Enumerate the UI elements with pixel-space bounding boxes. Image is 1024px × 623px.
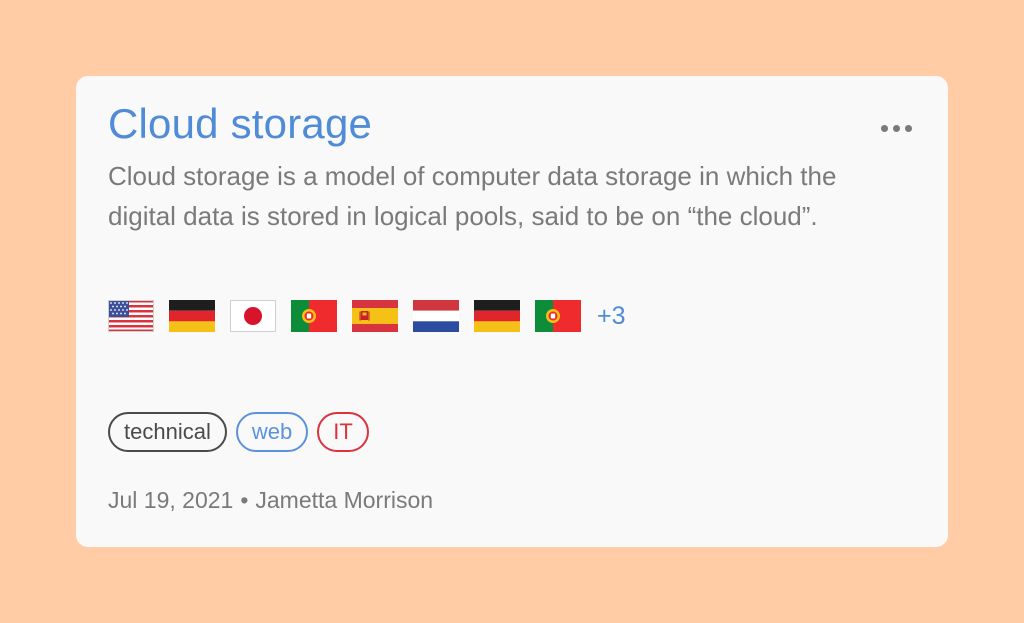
flag-pt-icon: [291, 300, 337, 332]
tag-technical[interactable]: technical: [108, 412, 227, 452]
language-flags: +3: [108, 300, 626, 332]
more-horizontal-icon-dot: [892, 124, 900, 132]
flag-nl-icon: [413, 300, 459, 332]
meta-separator: •: [240, 487, 249, 513]
author-name[interactable]: Jametta Morrison: [255, 484, 433, 516]
flag-jp-icon: [230, 300, 276, 332]
article-card: Cloud storage Cloud storage is a model o…: [76, 76, 948, 547]
flag-us-icon: [108, 300, 154, 332]
more-flags-count[interactable]: +3: [597, 300, 626, 332]
more-horizontal-icon: [880, 124, 888, 132]
publish-date: Jul 19, 2021: [108, 487, 234, 513]
card-description: Cloud storage is a model of computer dat…: [108, 161, 837, 231]
flag-de-icon: [169, 300, 215, 332]
tag-web[interactable]: web: [235, 412, 309, 452]
flag-de-icon: [474, 300, 520, 332]
card-title[interactable]: Cloud storage: [108, 100, 372, 148]
tag-list: technical web IT: [108, 412, 369, 452]
flag-pt-icon: [535, 300, 581, 332]
more-horizontal-icon-dot: [904, 124, 912, 132]
card-meta: Jul 19, 2021 • Jametta Morrison: [108, 484, 433, 516]
tag-it[interactable]: IT: [317, 412, 369, 452]
more-options-button[interactable]: [874, 112, 918, 144]
flag-es-icon: [352, 300, 398, 332]
